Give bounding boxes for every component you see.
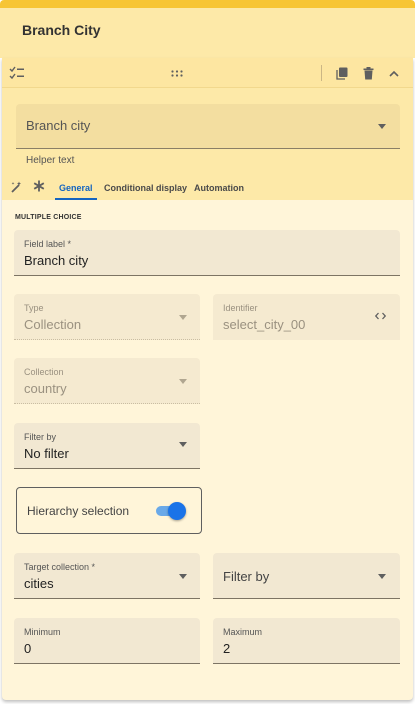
asterisk-icon[interactable]	[32, 179, 46, 193]
field-editor-panel: Branch city Helper text General Conditio…	[2, 58, 413, 700]
filter-by-caption: Filter by	[24, 432, 57, 442]
field-label-input[interactable]: Field label * Branch city	[14, 230, 400, 276]
hierarchy-selection-label: Hierarchy selection	[27, 504, 130, 518]
chevron-down-icon	[179, 574, 187, 579]
chevron-up-icon[interactable]	[387, 66, 401, 80]
type-caption: Type	[24, 303, 44, 313]
drag-handle-icon[interactable]	[170, 67, 184, 79]
target-filter-select[interactable]: Filter by	[213, 553, 400, 599]
collection-value: country	[24, 381, 67, 396]
form-header-card: Branch City	[0, 0, 415, 58]
filter-by-value: No filter	[24, 446, 69, 461]
target-collection-select[interactable]: Target collection * cities	[14, 553, 200, 599]
identifier-value: select_city_00	[223, 317, 306, 332]
identifier-caption: Identifier	[223, 303, 258, 313]
field-label-caption: Field label *	[24, 239, 72, 249]
maximum-input[interactable]: Maximum 2	[213, 618, 400, 664]
minimum-value: 0	[24, 641, 32, 656]
copy-icon[interactable]	[335, 66, 349, 80]
delete-icon[interactable]	[361, 66, 375, 80]
maximum-caption: Maximum	[223, 627, 263, 637]
active-tab-indicator	[55, 198, 97, 200]
section-title: MULTIPLE CHOICE	[15, 214, 82, 221]
collection-caption: Collection	[24, 367, 64, 377]
target-filter-placeholder: Filter by	[223, 569, 270, 584]
field-header-zone: Branch city Helper text General Conditio…	[2, 58, 413, 200]
chevron-down-icon	[378, 574, 386, 579]
tab-general[interactable]: General	[59, 183, 93, 193]
type-select[interactable]: Type Collection	[14, 294, 200, 340]
minimum-caption: Minimum	[24, 627, 61, 637]
target-collection-caption: Target collection *	[24, 562, 96, 572]
field-type-value: Branch city	[26, 118, 91, 133]
hierarchy-selection-toggle-card[interactable]: Hierarchy selection	[16, 487, 202, 534]
field-type-select[interactable]: Branch city	[16, 104, 400, 149]
page-title: Branch City	[22, 22, 101, 38]
magic-wand-icon[interactable]	[10, 180, 24, 194]
editor-tabs: General Conditional display Automation	[2, 176, 413, 200]
form-builder-page: Branch City Branch city Helper text Gene…	[0, 0, 415, 704]
collection-select[interactable]: Collection country	[14, 358, 200, 404]
type-value: Collection	[24, 317, 82, 332]
tab-conditional-display[interactable]: Conditional display	[104, 183, 187, 193]
target-collection-value: cities	[24, 576, 54, 591]
toolbar-divider	[321, 65, 322, 81]
field-toolbar	[2, 58, 413, 88]
toggle-knob[interactable]	[168, 502, 186, 520]
checklist-icon[interactable]	[9, 65, 25, 81]
maximum-value: 2	[223, 641, 231, 656]
chevron-down-icon	[378, 124, 386, 129]
helper-text: Helper text	[26, 155, 75, 166]
tab-automation[interactable]: Automation	[194, 183, 244, 193]
chevron-down-icon	[179, 442, 187, 447]
filter-by-select[interactable]: Filter by No filter	[14, 423, 200, 469]
chevron-down-icon	[179, 379, 187, 384]
chevron-down-icon	[179, 315, 187, 320]
field-label-value: Branch city	[24, 253, 89, 268]
minimum-input[interactable]: Minimum 0	[14, 618, 200, 664]
code-icon[interactable]	[373, 310, 387, 322]
identifier-field[interactable]: Identifier select_city_00	[213, 294, 400, 340]
